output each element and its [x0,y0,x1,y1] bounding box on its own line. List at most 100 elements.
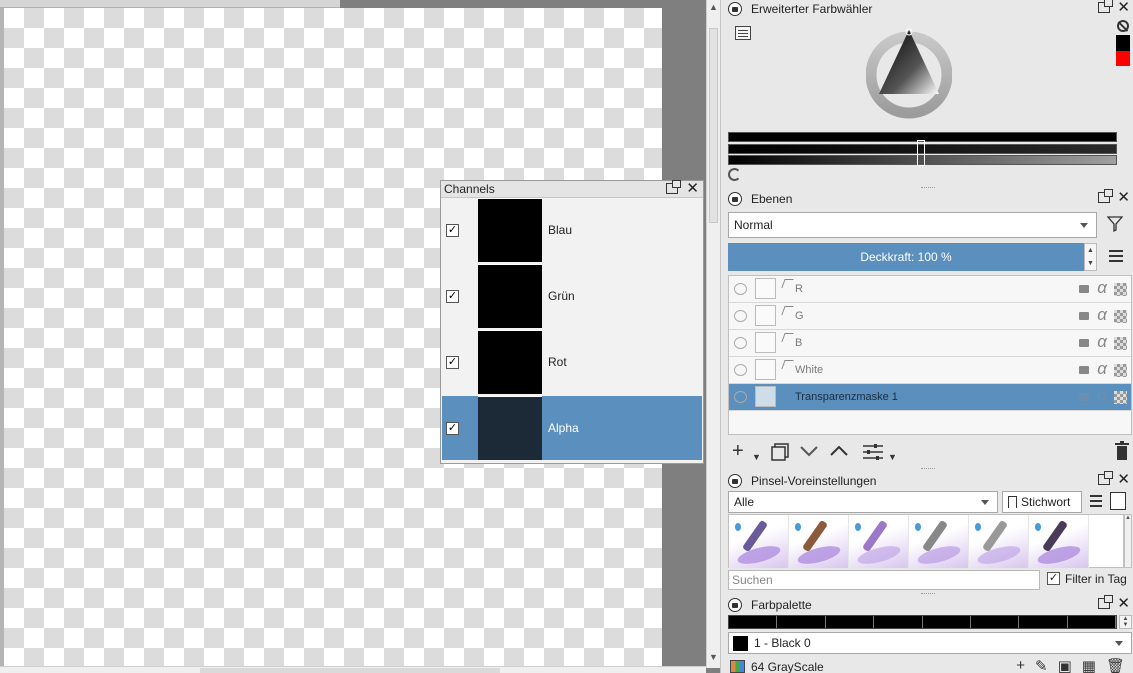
alpha-lock-icon[interactable]: α [1097,386,1107,406]
brush-preset-tile[interactable] [909,515,969,568]
edit-pencil-icon[interactable]: ✎ [1035,657,1048,673]
channel-checkbox[interactable]: ✓ [446,355,459,369]
inherit-alpha-icon[interactable] [1114,391,1127,404]
palette-color-select[interactable]: 1 - Black 0 [728,632,1132,654]
layer-name[interactable]: Transparenzmaske 1 [795,391,898,403]
lock-layer-icon[interactable] [1079,366,1089,374]
brush-preset-tile[interactable] [849,515,909,568]
brush-preset-tile[interactable] [729,515,789,568]
lock-layer-icon[interactable] [1079,339,1089,347]
layer-name[interactable]: B [795,337,802,349]
layer-row-r[interactable]: R α [729,276,1131,303]
visibility-eye-icon[interactable] [734,337,747,349]
scroll-down-arrow-icon[interactable]: ▼ [709,652,718,662]
chevron-down-icon[interactable]: ▼ [888,446,897,468]
float-docker-icon[interactable] [1098,595,1114,609]
inherit-alpha-icon[interactable] [1114,337,1127,350]
brush-preset-tile[interactable] [1029,515,1089,568]
palette-scroll-spinner[interactable]: ▲ ▼ [1119,615,1132,629]
lock-layer-icon[interactable] [1079,393,1089,401]
layer-row-g[interactable]: G α [729,303,1131,330]
no-color-icon[interactable] [1117,20,1129,32]
close-icon[interactable]: ✕ [1117,0,1130,15]
delete-icon[interactable]: 🗑 [1106,657,1125,673]
lock-layer-icon[interactable] [1079,285,1089,293]
layer-name[interactable]: White [795,364,823,376]
close-icon[interactable]: ✕ [1117,190,1130,205]
layer-row-b[interactable]: B α [729,330,1131,357]
inherit-alpha-icon[interactable] [1114,310,1127,323]
visibility-eye-icon[interactable] [734,310,747,322]
refresh-icon[interactable] [728,168,741,181]
alpha-lock-icon[interactable]: α [1097,305,1107,325]
chevron-down-icon[interactable]: ▼ [752,446,761,468]
color-wheel-triangle[interactable] [866,20,952,130]
channel-checkbox[interactable]: ✓ [446,421,459,435]
lock-layer-icon[interactable] [1079,312,1089,320]
lock-icon[interactable] [728,474,742,488]
tag-button[interactable]: Stichwort [1002,491,1082,513]
brush-tag-select[interactable]: Alle [728,491,998,513]
opacity-slider[interactable]: Deckkraft: 100 % [728,243,1084,271]
float-docker-icon[interactable] [1098,189,1114,203]
inherit-alpha-icon[interactable] [1114,283,1127,296]
grid-icon[interactable]: ▦ [1082,657,1096,673]
blend-mode-select[interactable]: Normal [728,212,1097,238]
layers-titlebar[interactable]: Ebenen ✕ [721,189,1133,208]
palette-swatch-row[interactable] [728,615,1117,629]
palette-titlebar[interactable]: Farbpalette ✕ [721,595,1133,614]
duplicate-layer-icon[interactable] [770,442,790,462]
visibility-eye-icon[interactable] [734,364,747,376]
channel-row-gruen[interactable]: ✓ Grün [442,264,702,328]
channel-checkbox[interactable]: ✓ [446,223,459,237]
alpha-lock-icon[interactable]: α [1097,278,1107,298]
layer-properties-icon[interactable] [862,443,884,461]
channel-row-rot[interactable]: ✓ Rot [442,330,702,394]
scroll-up-arrow-icon[interactable]: ▲ [709,2,718,12]
save-icon[interactable]: ▣ [1058,657,1072,673]
scroll-thumb[interactable] [709,28,718,223]
layer-name[interactable]: R [795,283,803,295]
canvas-vertical-scrollbar[interactable]: ▲ ▼ [706,0,720,668]
alpha-lock-icon[interactable]: α [1097,332,1107,352]
color-selector-titlebar[interactable]: Erweiterter Farbwähler ✕ [721,0,1133,18]
add-color-icon[interactable]: + [1016,657,1025,673]
channel-row-alpha[interactable]: ✓ Alpha [442,396,702,460]
layer-row-white[interactable]: White α [729,357,1131,384]
slider-position-marker[interactable] [917,140,925,166]
layer-row-transparency-mask[interactable]: Transparenzmaske 1 α [729,384,1131,411]
splitter-handle[interactable] [921,468,935,471]
layer-options-menu-icon[interactable] [1109,250,1123,262]
visibility-eye-icon[interactable] [734,283,747,295]
close-icon[interactable]: ✕ [686,181,699,196]
lock-icon[interactable] [728,192,742,206]
inherit-alpha-icon[interactable] [1114,364,1127,377]
background-color-swatch[interactable] [1116,51,1130,66]
palette-icon[interactable] [730,660,745,673]
lock-icon[interactable] [728,2,742,16]
brush-preset-tile[interactable] [789,515,849,568]
close-icon[interactable]: ✕ [1117,596,1130,611]
move-layer-down-icon[interactable] [799,443,819,459]
opacity-spinner[interactable]: ▲ ▼ [1084,243,1097,271]
color-selector-settings-icon[interactable] [735,26,751,40]
lock-icon[interactable] [728,598,742,612]
foreground-color-swatch[interactable] [1116,35,1130,51]
add-layer-icon[interactable]: + [732,440,744,462]
channel-row-blau[interactable]: ✓ Blau [442,198,702,262]
alpha-lock-icon[interactable]: α [1097,359,1107,379]
delete-layer-icon[interactable] [1114,441,1130,461]
canvas-horizontal-scrollbar[interactable] [0,666,706,673]
brush-grid-scrollbar[interactable]: ▲ [1124,514,1132,568]
float-docker-icon[interactable] [666,180,682,194]
visibility-eye-icon[interactable] [734,391,747,403]
float-docker-icon[interactable] [1098,0,1114,13]
channels-titlebar[interactable]: Channels ✕ [441,180,703,198]
layer-name[interactable]: G [795,310,804,322]
scroll-thumb[interactable] [200,668,500,673]
brush-search-input[interactable]: Suchen [728,570,1040,590]
filter-in-tag-checkbox[interactable]: ✓ [1047,572,1060,585]
brush-preset-tile[interactable] [969,515,1029,568]
channel-checkbox[interactable]: ✓ [446,289,459,303]
close-icon[interactable]: ✕ [1117,472,1130,487]
